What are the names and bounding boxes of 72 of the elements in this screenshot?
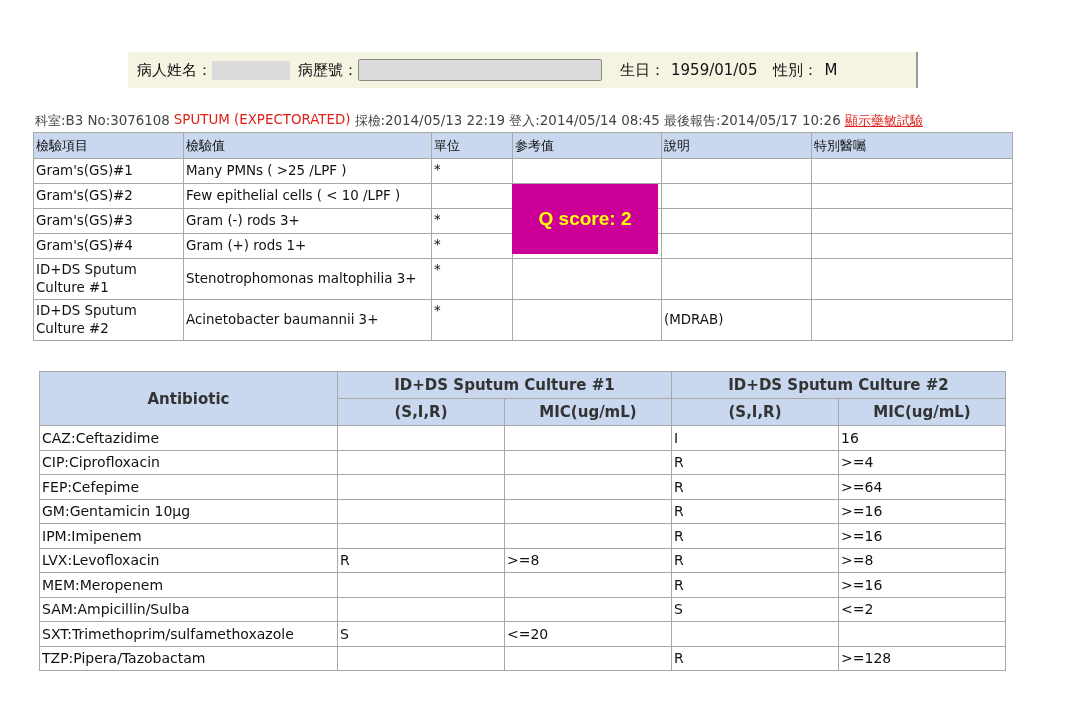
table-cell: ID+DS Sputum Culture #1: [33, 258, 184, 300]
table-cell: Gram's(GS)#1: [33, 158, 184, 184]
table-cell: CIP:Ciprofloxacin: [39, 450, 338, 475]
table-cell: Stenotrophomonas maltophilia 3+: [183, 258, 432, 300]
table-cell: *: [431, 158, 513, 184]
table-cell: >=16: [838, 523, 1006, 548]
table-cell: Acinetobacter baumannii 3+: [183, 299, 432, 341]
table-cell: R: [671, 646, 839, 671]
table-cell: *: [431, 299, 513, 341]
column-header: 檢驗項目: [33, 132, 184, 159]
column-group-header: ID+DS Sputum Culture #1: [337, 371, 672, 399]
table-cell: LVX:Levofloxacin: [39, 548, 338, 573]
table-cell: ID+DS Sputum Culture #2: [33, 299, 184, 341]
table-cell: FEP:Cefepime: [39, 474, 338, 499]
table-cell: Gram's(GS)#2: [33, 183, 184, 209]
timestamps: 採檢:2014/05/13 22:19 登入:2014/05/14 08:45 最後報告:2014/05/17 10:26: [354, 112, 841, 130]
susceptibility-link[interactable]: 顯示藥敏試驗: [844, 112, 923, 130]
name-label: 病人姓名：: [137, 60, 212, 80]
q-score-badge: Q score: 2: [512, 184, 658, 254]
table-cell: Gram (+) rods 1+: [183, 233, 432, 259]
table-cell: SAM:Ampicillin/Sulba: [39, 597, 338, 622]
table-cell: >=4: [838, 450, 1006, 475]
table-cell: MEM:Meropenem: [39, 572, 338, 597]
column-group-header: ID+DS Sputum Culture #2: [671, 371, 1006, 399]
column-header: 参考值: [512, 132, 662, 159]
chart-number-label: 病歷號：: [298, 60, 358, 80]
table-cell: CAZ:Ceftazidime: [39, 425, 338, 450]
column-header: 單位: [431, 132, 513, 159]
table-cell: R: [671, 548, 839, 573]
table-cell: >=16: [838, 499, 1006, 524]
column-header: (S,I,R): [337, 398, 505, 426]
table-cell: *: [431, 258, 513, 300]
birth-label: 生日：: [620, 60, 665, 80]
birth-date: 1959/01/05: [671, 61, 758, 79]
table-cell: SXT:Trimethoprim/sulfamethoxazole: [39, 621, 338, 646]
table-cell: S: [671, 597, 839, 622]
table-cell: IPM:Imipenem: [39, 523, 338, 548]
table-cell: <=2: [838, 597, 1006, 622]
table-cell: R: [337, 548, 505, 573]
column-header: MIC(ug/mL): [504, 398, 672, 426]
table-cell: I: [671, 425, 839, 450]
table-cell: Gram's(GS)#4: [33, 233, 184, 259]
table-cell: R: [671, 523, 839, 548]
column-header: MIC(ug/mL): [838, 398, 1006, 426]
table-cell: Few epithelial cells ( < 10 /LPF ): [183, 183, 432, 209]
column-header: 特別醫囑: [811, 132, 1013, 159]
department-info: 科室:B3 No:3076108: [35, 112, 170, 130]
table-cell: >=64: [838, 474, 1006, 499]
table-cell: 16: [838, 425, 1006, 450]
table-cell: >=128: [838, 646, 1006, 671]
table-cell: GM:Gentamicin 10µg: [39, 499, 338, 524]
column-header: (S,I,R): [671, 398, 839, 426]
specimen-type: SPUTUM (EXPECTORATED): [173, 112, 351, 129]
sex-value: M: [824, 61, 838, 79]
table-cell: R: [671, 474, 839, 499]
table-cell: <=20: [504, 621, 672, 646]
column-header: 說明: [661, 132, 812, 159]
column-header: Antibiotic: [39, 371, 338, 426]
table-cell: S: [337, 621, 505, 646]
table-cell: Many PMNs ( >25 /LPF ): [183, 158, 432, 184]
sex-label: 性別：: [773, 60, 819, 80]
table-cell: >=8: [838, 548, 1006, 573]
table-cell: R: [671, 499, 839, 524]
table-cell: Gram's(GS)#3: [33, 208, 184, 234]
column-header: 檢驗值: [183, 132, 432, 159]
table-cell: Gram (-) rods 3+: [183, 208, 432, 234]
table-cell: R: [671, 572, 839, 597]
table-cell: (MDRAB): [661, 299, 812, 341]
table-cell: >=16: [838, 572, 1006, 597]
table-cell: TZP:Pipera/Tazobactam: [39, 646, 338, 671]
table-cell: R: [671, 450, 839, 475]
table-cell: >=8: [504, 548, 672, 573]
